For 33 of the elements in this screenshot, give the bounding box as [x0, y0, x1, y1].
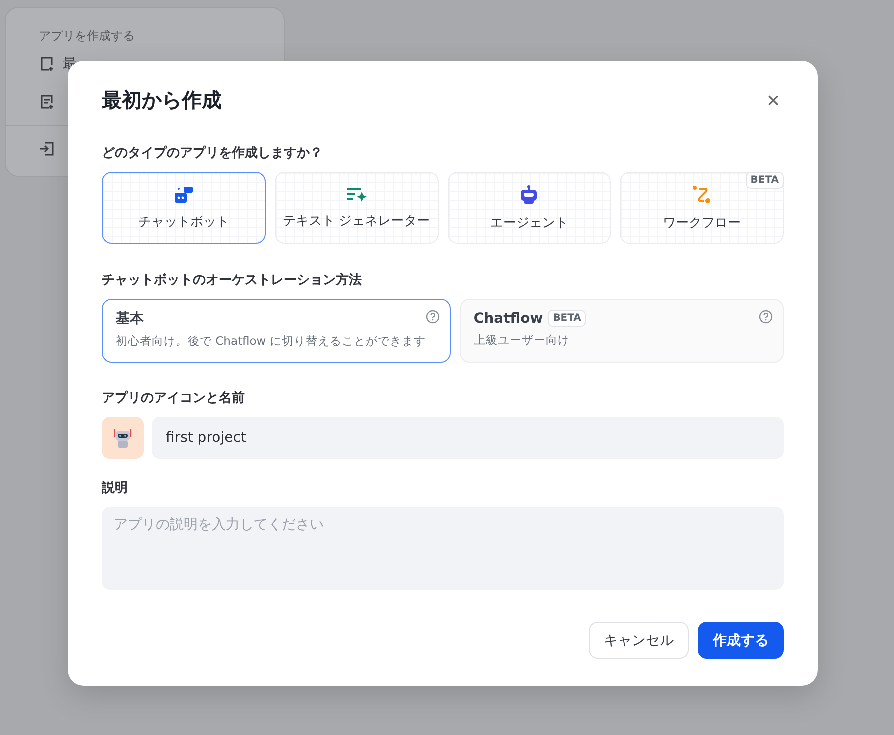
app-type-label: どのタイプのアプリを作成しますか？: [102, 144, 324, 162]
beta-tag: BETA: [548, 310, 586, 327]
orchestration-option[interactable]: Chatflow BETA 上級ユーザー向け: [460, 299, 784, 363]
beta-tag: BETA: [746, 172, 784, 189]
name-label: アプリのアイコンと名前: [102, 390, 246, 407]
text-sparkle-icon: [346, 186, 368, 202]
option-title: 基本: [116, 310, 144, 328]
workflow-icon: [692, 184, 712, 204]
app-type-option[interactable]: ワークフロー BETA: [620, 172, 784, 244]
option-description: 初心者向け。後で Chatflow に切り替えることができます: [116, 334, 426, 349]
create-button[interactable]: 作成する: [698, 622, 784, 659]
close-button[interactable]: ×: [763, 88, 784, 114]
import-icon: [39, 141, 55, 157]
app-type-option[interactable]: エージェント: [448, 172, 612, 244]
app-type-option[interactable]: チャットボット: [102, 172, 266, 244]
app-type-option[interactable]: テキスト ジェネレーター: [274, 172, 438, 244]
option-title: Chatflow: [474, 310, 544, 326]
option-description: 上級ユーザー向け: [474, 333, 571, 348]
cancel-button[interactable]: キャンセル: [589, 622, 689, 659]
document-plus-icon: [39, 94, 55, 110]
name-input[interactable]: first project: [152, 417, 784, 459]
description-label: 説明: [102, 480, 129, 497]
orchestration-label: チャットボットのオーケストレーション方法: [102, 272, 363, 289]
chat-bot-icon: [174, 186, 194, 204]
file-plus-icon: [39, 56, 55, 72]
menu-heading: アプリを作成する: [39, 28, 136, 45]
help-icon: [426, 310, 440, 324]
description-input[interactable]: アプリの説明を入力してください: [102, 507, 784, 590]
help-icon: [759, 310, 773, 324]
app-icon-picker[interactable]: [102, 417, 144, 459]
dialog-title: 最初から作成: [102, 87, 222, 114]
orchestration-option[interactable]: 基本 初心者向け。後で Chatflow に切り替えることができます: [102, 299, 451, 363]
robot-icon: [519, 184, 540, 204]
